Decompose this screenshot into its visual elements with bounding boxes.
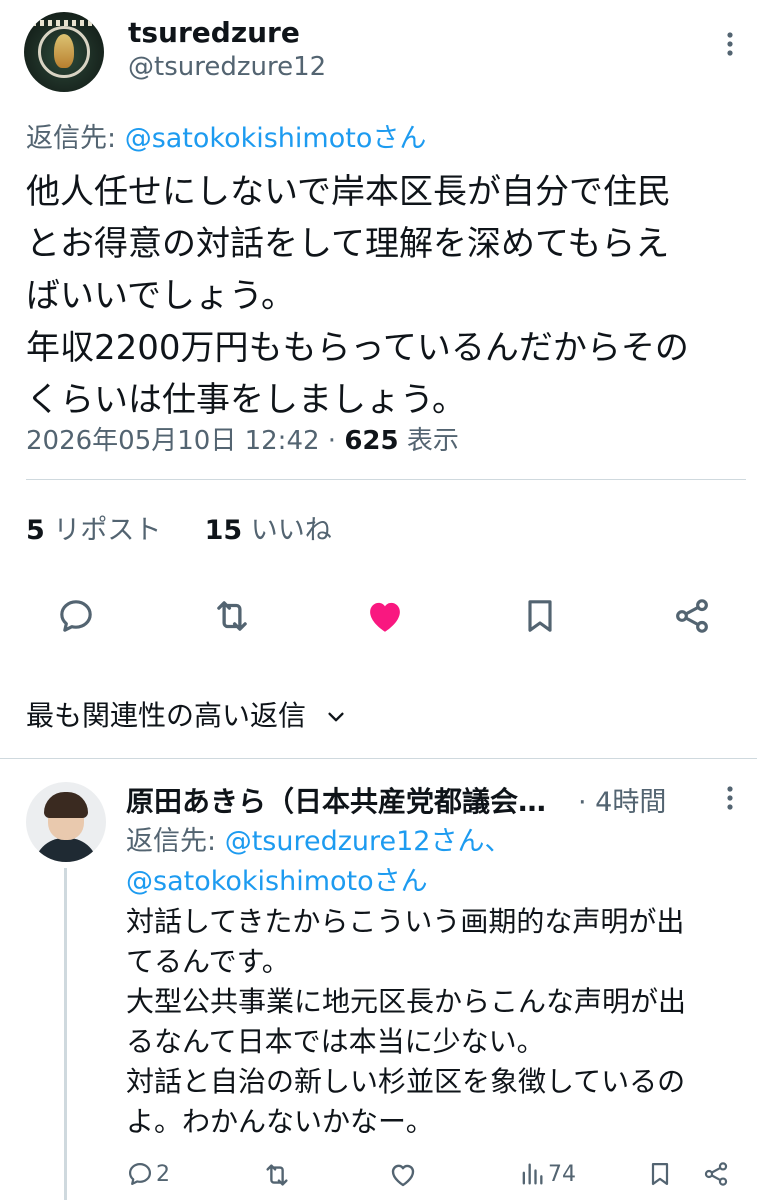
- author-handle[interactable]: @tsuredzure12: [128, 52, 326, 82]
- reply-views-button[interactable]: 74: [518, 1160, 576, 1188]
- repost-icon: [217, 601, 247, 631]
- reply-context: 返信先: @satokokishimotoさん: [26, 116, 426, 155]
- replies-sort-label: 最も関連性の高い返信: [26, 699, 307, 732]
- reply-text-line: るなんて日本では本当に少ない。: [126, 1025, 545, 1058]
- analytics-icon: [522, 1163, 543, 1185]
- reply-context: 返信先: @tsuredzure12さん、 @satokokishimotoさん: [126, 822, 511, 902]
- more-icon[interactable]: [716, 30, 744, 58]
- reply-prefix: 返信先:: [126, 826, 225, 857]
- reply-views-count: 74: [548, 1161, 576, 1187]
- chevron-down-icon: [328, 712, 344, 722]
- thread-line: [64, 868, 67, 1200]
- meta-separator: ·: [319, 426, 345, 456]
- reply-text-line: 対話してきたからこういう画期的な声明が出: [126, 905, 685, 938]
- reply-text-line: てるんです。: [126, 945, 290, 978]
- reply-prefix: 返信先:: [26, 123, 125, 154]
- reply-author-name[interactable]: 原田あきら（日本共産党都議会…: [126, 780, 546, 820]
- bookmark-icon: [528, 600, 552, 632]
- reply-repost-button[interactable]: [262, 1160, 292, 1190]
- tweet-text-line: ばいいでしょう。: [26, 276, 295, 316]
- reply-text-line: 大型公共事業に地元区長からこんな声明が出: [126, 985, 687, 1018]
- share-icon: [676, 599, 708, 633]
- likes-count: 15: [204, 515, 243, 546]
- reply-button[interactable]: [54, 594, 98, 638]
- tweet-text-line: 他人任せにしないで岸本区長が自分で住民: [26, 172, 671, 212]
- reposts-label: リポスト: [44, 515, 162, 546]
- like-button[interactable]: [363, 594, 407, 638]
- reply-text: 対話してきたからこういう画期的な声明が出 てるんです。 大型公共事業に地元区長か…: [126, 902, 746, 1142]
- reply-reply-button[interactable]: 2: [126, 1160, 170, 1188]
- tweet-meta: 2026年05月10日 12:42 · 625 表示: [26, 420, 459, 457]
- reply-mention-link[interactable]: @satokokishimotoさん: [126, 866, 428, 897]
- reply-count: 2: [156, 1161, 170, 1187]
- reply-text-line: 対話と自治の新しい杉並区を象徴しているの: [126, 1065, 686, 1098]
- reply-time[interactable]: · 4時間: [578, 780, 666, 819]
- repost-button[interactable]: [210, 594, 254, 638]
- share-icon: [704, 1162, 728, 1186]
- bookmark-icon: [651, 1162, 669, 1186]
- reply-avatar[interactable]: [26, 782, 106, 862]
- reposts-link[interactable]: 5 リポスト: [26, 515, 161, 546]
- heart-icon: [391, 1164, 415, 1187]
- divider: [0, 758, 757, 759]
- likes-label: いいね: [242, 515, 332, 546]
- author-display-name[interactable]: tsuredzure: [128, 16, 300, 49]
- reply-mention-link[interactable]: @tsuredzure12さん、: [225, 826, 512, 857]
- tweet-text-line: とお得意の対話をして理解を深めてもらえ: [26, 224, 670, 264]
- replies-sort-dropdown[interactable]: 最も関連性の高い返信: [26, 694, 347, 734]
- bookmark-button[interactable]: [518, 594, 562, 638]
- heart-filled-icon: [370, 602, 400, 632]
- likes-link[interactable]: 15 いいね: [205, 515, 332, 546]
- reply-icon: [60, 600, 92, 632]
- avatar[interactable]: [24, 12, 104, 92]
- reply-share-button[interactable]: [702, 1160, 730, 1188]
- engagement-stats: 5 リポスト 15 いいね: [26, 508, 332, 547]
- divider: [26, 479, 746, 480]
- views-count: 625: [344, 426, 399, 456]
- reply-mention-link[interactable]: @satokokishimotoさん: [125, 123, 427, 154]
- reply-bookmark-button[interactable]: [646, 1160, 674, 1188]
- tweet-text: 他人任せにしないで岸本区長が自分で住民 とお得意の対話をして理解を深めてもらえ …: [26, 166, 746, 426]
- timestamp[interactable]: 2026年05月10日 12:42: [26, 426, 320, 456]
- views-label: 表示: [398, 426, 459, 456]
- reposts-count: 5: [26, 515, 45, 546]
- more-icon[interactable]: [716, 784, 744, 812]
- tweet-text-line: くらいは仕事をしましょう。: [26, 380, 466, 420]
- reply-text-line: よ。わかんないかなー。: [126, 1105, 434, 1138]
- repost-icon: [266, 1164, 288, 1186]
- share-button[interactable]: [670, 594, 714, 638]
- reply-like-button[interactable]: [388, 1160, 418, 1190]
- reply-icon: [128, 1162, 152, 1186]
- tweet-text-line: 年収2200万円ももらっているんだからその: [26, 328, 689, 368]
